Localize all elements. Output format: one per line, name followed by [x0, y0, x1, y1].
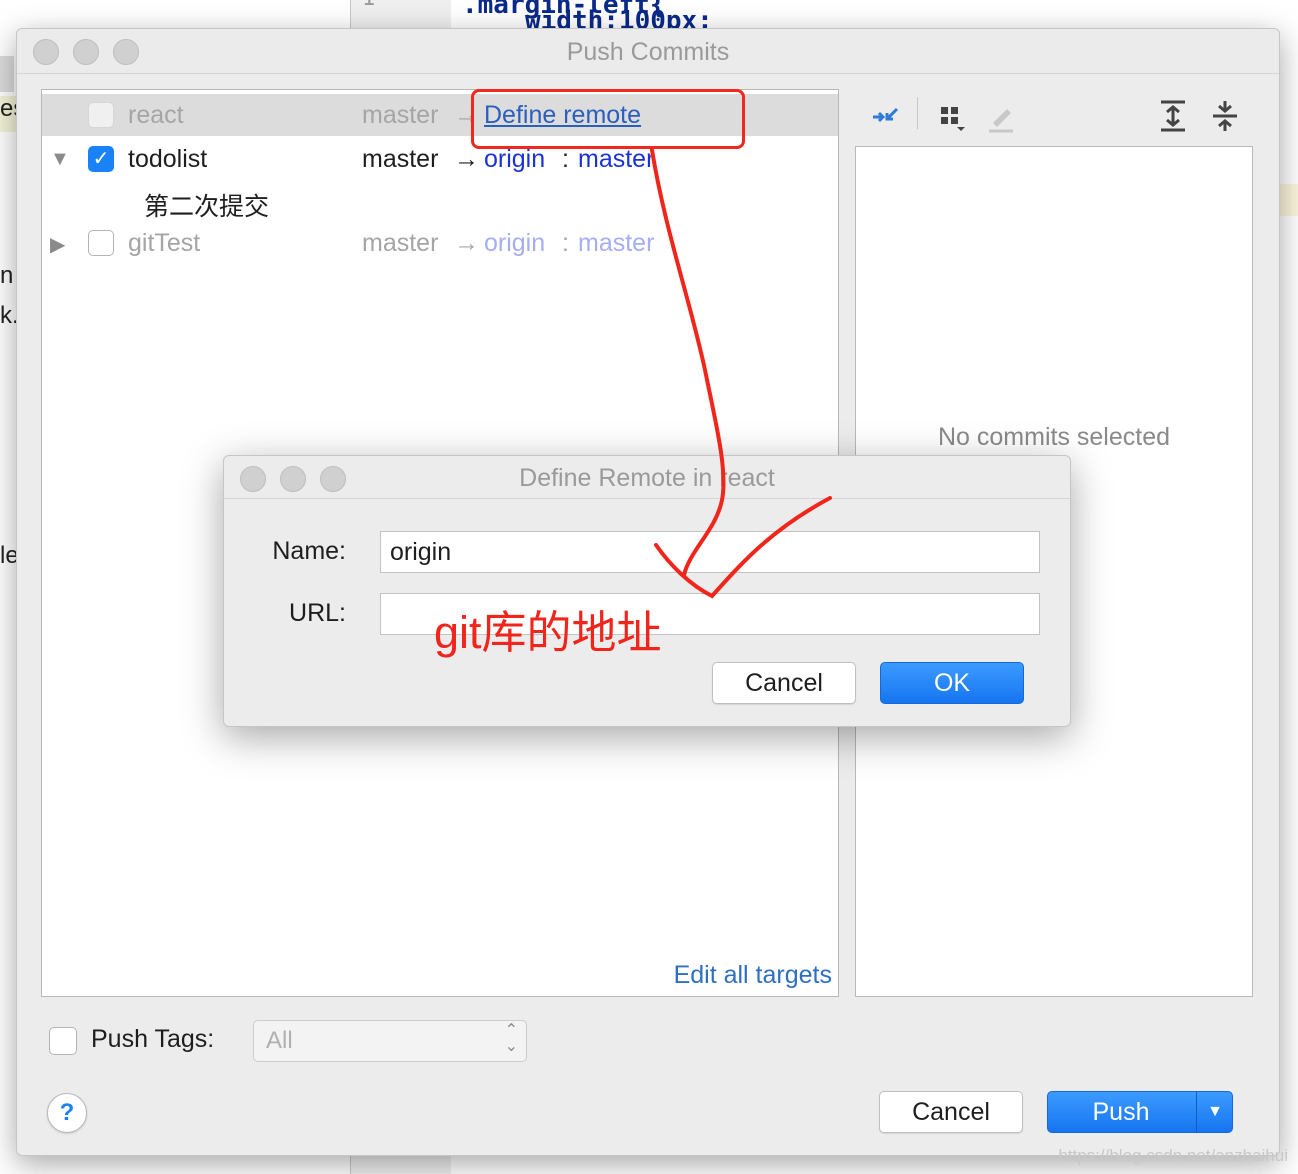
url-label: URL: [289, 599, 346, 627]
dialog-cancel-button[interactable]: Cancel [712, 662, 856, 704]
source-branch: master [362, 229, 439, 257]
target-branch[interactable]: master [578, 145, 654, 174]
dialog-titlebar: Define Remote in react [224, 456, 1070, 499]
toolbar-separator [917, 97, 918, 129]
repo-name: gitTest [128, 229, 201, 257]
tree-collapsed-icon[interactable]: ▶ [50, 232, 65, 257]
details-toolbar [857, 93, 1257, 137]
chevron-down-icon[interactable]: ▼ [1198, 1092, 1232, 1132]
push-tags-label: Push Tags: [91, 1025, 215, 1053]
push-tags-select[interactable]: All ⌃ ⌄ [253, 1020, 527, 1062]
empty-state-text: No commits selected [937, 423, 1171, 451]
remote-name-input[interactable]: origin [380, 531, 1040, 573]
source-branch: master [362, 101, 439, 129]
window-titlebar: Push Commits [17, 29, 1279, 74]
background-editor-left [0, 0, 16, 1174]
edit-pencil-icon[interactable] [985, 101, 1017, 133]
separator: : [562, 145, 569, 173]
window-title: Push Commits [566, 38, 730, 66]
cancel-button[interactable]: Cancel [879, 1091, 1023, 1133]
group-by-icon[interactable] [937, 101, 969, 133]
expand-all-icon[interactable] [1157, 99, 1189, 133]
select-stepper-icon: ⌃ ⌄ [504, 1022, 518, 1055]
arrow-right-icon: → [454, 145, 479, 173]
collapse-arrows-icon[interactable] [869, 101, 901, 133]
collapse-all-icon[interactable] [1209, 99, 1241, 133]
commit-row[interactable]: 第二次提交 [42, 180, 838, 222]
remote-name-value: origin [390, 538, 452, 566]
remote-name[interactable]: origin [484, 145, 545, 174]
push-button[interactable]: Push ▼ [1047, 1091, 1233, 1133]
background-tab-strip [0, 56, 14, 92]
remote-name[interactable]: origin [484, 229, 545, 258]
separator: : [562, 229, 569, 257]
background-highlight [1278, 184, 1298, 216]
watermark: https://blog.csdn.net/anzhaihui [1058, 1146, 1288, 1165]
select-value: All [266, 1027, 293, 1054]
repo-checkbox-todolist[interactable]: ✓ [88, 146, 114, 172]
background-line-number: 1 [362, 0, 375, 11]
repo-checkbox-react[interactable] [88, 102, 114, 128]
help-button[interactable]: ? [47, 1093, 87, 1133]
repo-name: todolist [128, 145, 208, 173]
repo-checkbox-gittest[interactable] [88, 230, 114, 256]
repo-row-gittest[interactable]: ▶ gitTest master → origin : master [42, 222, 838, 264]
repo-name: react [128, 101, 184, 129]
background-text-fragment: n [0, 262, 14, 289]
annotation-text: git库的地址 [434, 607, 662, 658]
define-remote-dialog: Define Remote in react Name: origin URL:… [223, 455, 1071, 727]
tree-expanded-icon[interactable]: ▼ [50, 148, 70, 171]
split-divider [1196, 1092, 1197, 1132]
push-tags-checkbox[interactable] [49, 1027, 77, 1055]
target-branch[interactable]: master [578, 229, 654, 258]
name-label: Name: [272, 537, 346, 565]
commit-message: 第二次提交 [144, 193, 270, 221]
source-branch: master [362, 145, 439, 173]
annotation-highlight-box [471, 89, 745, 149]
arrow-right-icon: → [454, 229, 479, 257]
edit-all-targets-link[interactable]: Edit all targets [674, 961, 832, 990]
dialog-title: Define Remote in react [519, 464, 775, 492]
dialog-ok-button[interactable]: OK [880, 662, 1024, 704]
push-button-label: Push [1092, 1098, 1150, 1126]
